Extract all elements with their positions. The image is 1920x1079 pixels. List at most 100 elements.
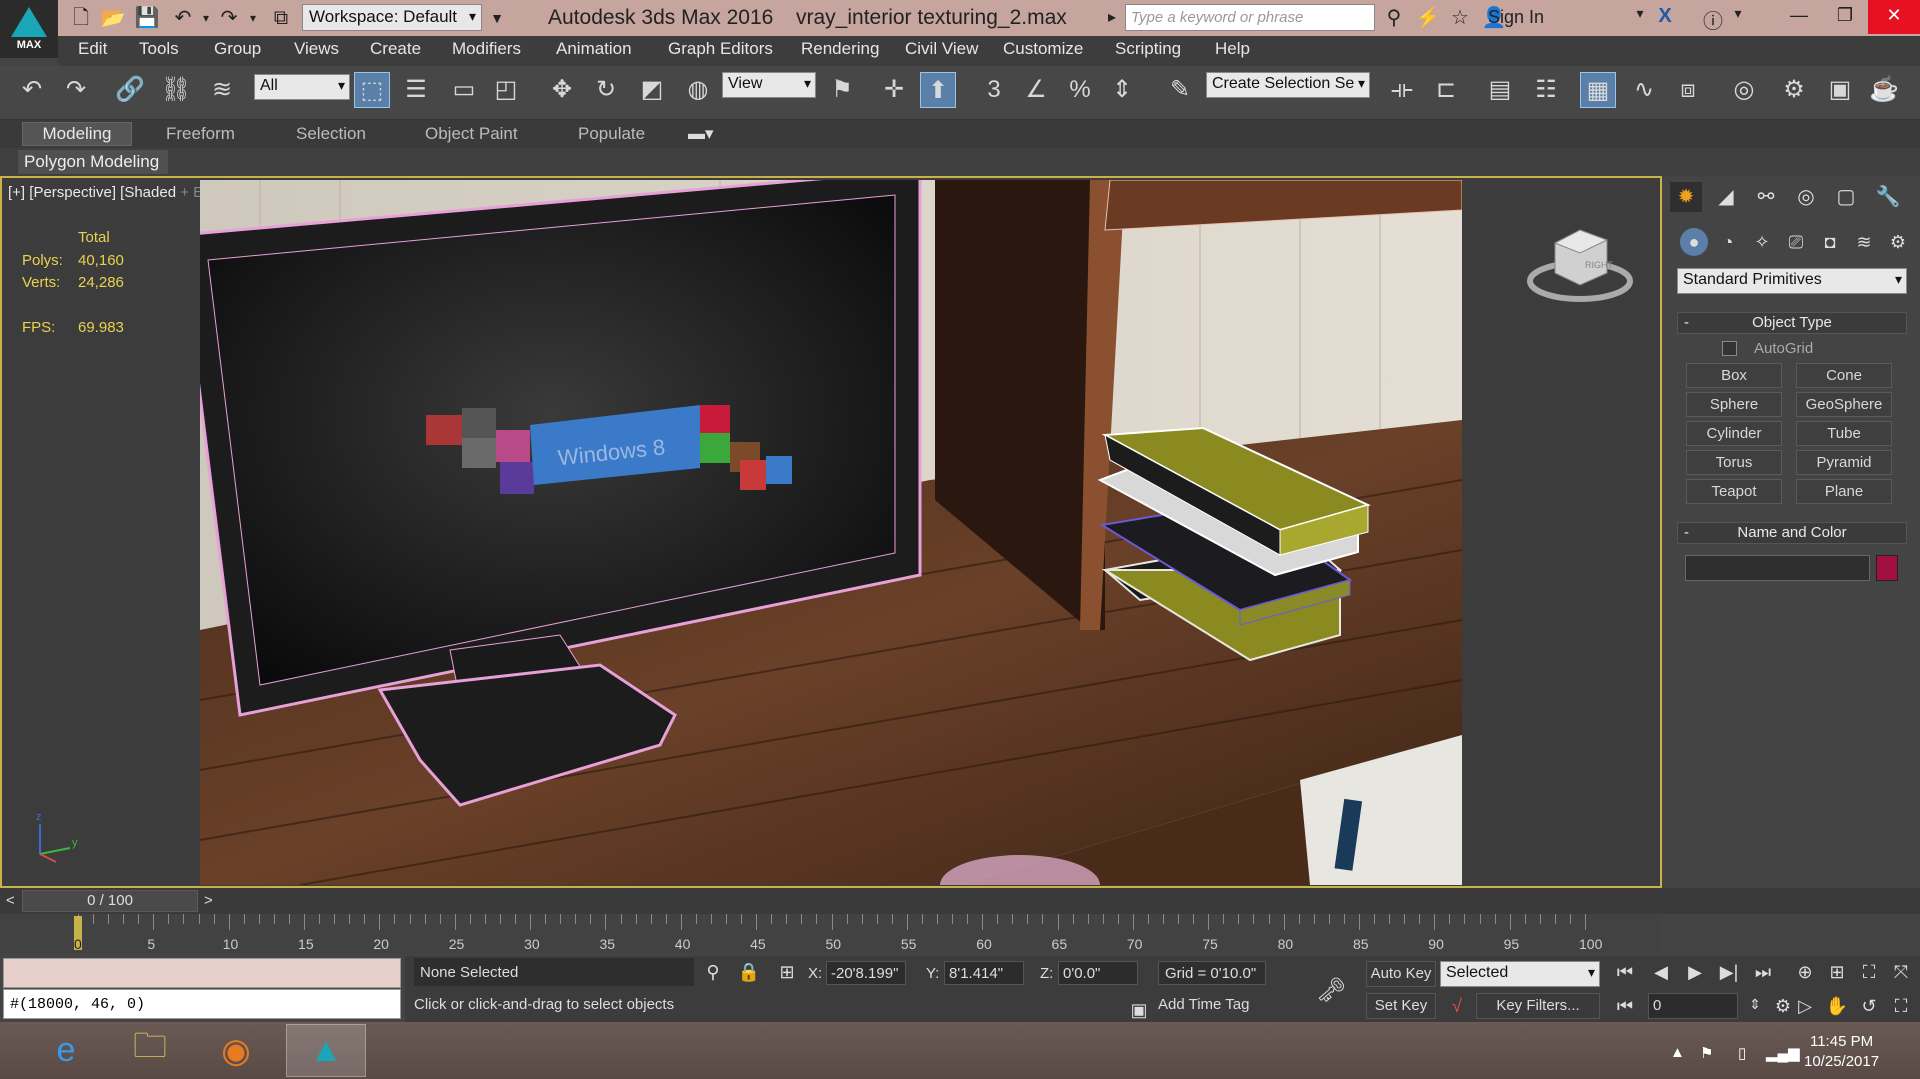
unlink-selection-icon[interactable]: ⛓ xyxy=(158,72,194,108)
orbit-icon[interactable]: ↺ xyxy=(1856,996,1882,1017)
zoom-extents-all-icon[interactable]: ⤧ xyxy=(1888,962,1914,983)
play-icon[interactable]: ▶ xyxy=(1682,962,1708,983)
align-icon[interactable]: ⊏ xyxy=(1428,72,1464,108)
selection-filter-dropdown[interactable]: All xyxy=(254,74,350,100)
help-icon[interactable]: ⓘ xyxy=(1700,5,1726,34)
menu-create[interactable]: Create xyxy=(370,39,421,59)
keyboard-shortcut-override-icon[interactable]: ⬆ xyxy=(920,72,956,108)
object-color-swatch[interactable] xyxy=(1876,555,1898,581)
rendered-frame-window-icon[interactable]: ▣ xyxy=(1822,72,1858,108)
scene-explorer-icon[interactable]: ▦ xyxy=(1580,72,1616,108)
name-and-color-rollout-header[interactable]: - Name and Color xyxy=(1677,522,1907,544)
geometry-category-icon[interactable]: ● xyxy=(1680,228,1708,256)
x-coordinate-field[interactable]: -20'8.199" xyxy=(826,961,906,985)
infocenter-arrow-icon[interactable]: ▸ xyxy=(1108,7,1116,27)
pivot-center-icon[interactable]: ⚑ xyxy=(824,72,860,108)
object-type-rollout-header[interactable]: - Object Type xyxy=(1677,312,1907,334)
restore-button[interactable]: ❐ xyxy=(1822,0,1868,34)
time-tag-icon[interactable]: ▣ xyxy=(1126,1000,1152,1021)
zoom-all-icon[interactable]: ⊞ xyxy=(1824,962,1850,983)
schematic-view-icon[interactable]: ⧈ xyxy=(1670,72,1706,108)
redo-toolbar-icon[interactable]: ↷ xyxy=(58,72,94,108)
mirror-icon[interactable]: ⟛ xyxy=(1384,72,1420,108)
field-of-view-icon[interactable]: ▷ xyxy=(1792,996,1818,1017)
hierarchy-tab-icon[interactable]: ⚯ xyxy=(1750,182,1782,212)
viewcube[interactable]: RIGHT xyxy=(1525,225,1635,305)
add-time-tag[interactable]: Add Time Tag xyxy=(1158,996,1249,1013)
time-slider-next-button[interactable]: > xyxy=(204,892,213,909)
primitive-category-dropdown[interactable]: Standard Primitives xyxy=(1677,268,1907,294)
y-coordinate-field[interactable]: 8'1.414" xyxy=(944,961,1024,985)
tab-object-paint[interactable]: Object Paint xyxy=(425,124,518,144)
viewport-point-of-view-menu[interactable]: [Perspective] xyxy=(29,184,116,201)
show-hidden-icons-icon[interactable]: ▲ xyxy=(1670,1044,1685,1061)
name-and-color-collapse-icon[interactable]: - xyxy=(1684,523,1689,543)
maxscript-mini-listener-input[interactable] xyxy=(3,958,401,988)
menu-scripting[interactable]: Scripting xyxy=(1115,39,1181,59)
open-file-icon[interactable]: 📂 xyxy=(100,5,126,31)
move-icon[interactable]: ✥ xyxy=(544,72,580,108)
exchange-apps-icon[interactable]: X xyxy=(1652,5,1678,28)
window-crossing-icon[interactable]: ◰ xyxy=(488,72,524,108)
menu-rendering[interactable]: Rendering xyxy=(801,39,879,59)
cone-button[interactable]: Cone xyxy=(1796,363,1892,388)
favorites-star-icon[interactable]: ☆ xyxy=(1447,5,1473,30)
menu-modifiers[interactable]: Modifiers xyxy=(452,39,521,59)
tab-populate[interactable]: Populate xyxy=(578,124,645,144)
undo-toolbar-icon[interactable]: ↶ xyxy=(14,72,50,108)
tab-modeling[interactable]: Modeling xyxy=(22,122,132,146)
object-type-collapse-icon[interactable]: - xyxy=(1684,313,1689,333)
next-frame-icon[interactable]: ▶| xyxy=(1716,962,1742,983)
select-by-name-icon[interactable]: ☰ xyxy=(398,72,434,108)
save-file-icon[interactable]: 💾 xyxy=(134,5,160,31)
select-manipulate-icon[interactable]: ✛ xyxy=(876,72,912,108)
bind-space-warp-icon[interactable]: ≋ xyxy=(204,72,240,108)
render-setup-icon[interactable]: ⚙ xyxy=(1776,72,1812,108)
set-key-icon[interactable]: 🗝 xyxy=(1316,976,1346,1005)
pyramid-button[interactable]: Pyramid xyxy=(1796,450,1892,475)
snaps-toggle-icon[interactable]: 3 xyxy=(976,72,1012,108)
sphere-button[interactable]: Sphere xyxy=(1686,392,1782,417)
scene-render[interactable]: Windows 8 xyxy=(200,180,1462,885)
menu-animation[interactable]: Animation xyxy=(556,39,632,59)
menu-customize[interactable]: Customize xyxy=(1003,39,1083,59)
z-coordinate-field[interactable]: 0'0.0" xyxy=(1058,961,1138,985)
file-explorer-icon[interactable]: 🗀 xyxy=(110,1024,190,1077)
spinner-snap-icon[interactable]: ⇕ xyxy=(1104,72,1140,108)
plane-button[interactable]: Plane xyxy=(1796,479,1892,504)
autogrid-checkbox[interactable] xyxy=(1722,341,1737,356)
workspace-menu-icon[interactable]: ▼ xyxy=(484,5,510,31)
auto-key-button[interactable]: Auto Key xyxy=(1366,961,1436,987)
cylinder-button[interactable]: Cylinder xyxy=(1686,421,1782,446)
geosphere-button[interactable]: GeoSphere xyxy=(1796,392,1892,417)
key-mode-dropdown[interactable]: Selected xyxy=(1440,961,1600,987)
material-editor-icon[interactable]: ◎ xyxy=(1726,72,1762,108)
absolute-transform-icon[interactable]: ⊞ xyxy=(774,962,800,983)
select-and-place-icon[interactable]: ◍ xyxy=(680,72,716,108)
menu-civil-view[interactable]: Civil View xyxy=(905,39,978,59)
taskbar-clock[interactable]: 11:45 PM 10/25/2017 xyxy=(1804,1032,1879,1072)
previous-frame-icon[interactable]: ◀ xyxy=(1648,962,1674,983)
keyword-search-input[interactable]: Type a keyword or phrase xyxy=(1125,4,1375,31)
workspace-dropdown[interactable]: Workspace: Default xyxy=(302,4,482,31)
sign-in-link[interactable]: Sign In xyxy=(1488,7,1544,28)
box-button[interactable]: Box xyxy=(1686,363,1782,388)
menu-graph-editors[interactable]: Graph Editors xyxy=(668,39,773,59)
scale-icon[interactable]: ◩ xyxy=(634,72,670,108)
zoom-icon[interactable]: ⊕ xyxy=(1792,962,1818,983)
menu-edit[interactable]: Edit xyxy=(78,39,107,59)
network-icon[interactable]: ▂▄▆ xyxy=(1766,1044,1800,1062)
angle-snap-icon[interactable]: ∠ xyxy=(1018,72,1054,108)
internet-explorer-icon[interactable]: e xyxy=(26,1024,106,1077)
minimize-button[interactable]: — xyxy=(1776,0,1822,34)
tube-button[interactable]: Tube xyxy=(1796,421,1892,446)
menu-views[interactable]: Views xyxy=(294,39,339,59)
battery-icon[interactable]: ▯ xyxy=(1738,1044,1746,1062)
modify-tab-icon[interactable]: ◢ xyxy=(1710,182,1742,212)
isolate-selection-icon[interactable]: ⚲ xyxy=(700,962,726,983)
tab-freeform[interactable]: Freeform xyxy=(166,124,235,144)
lights-category-icon[interactable]: ✧ xyxy=(1748,228,1776,256)
percent-snap-icon[interactable]: % xyxy=(1062,72,1098,108)
key-filters-button[interactable]: Key Filters... xyxy=(1476,993,1600,1019)
menu-help[interactable]: Help xyxy=(1215,39,1250,59)
